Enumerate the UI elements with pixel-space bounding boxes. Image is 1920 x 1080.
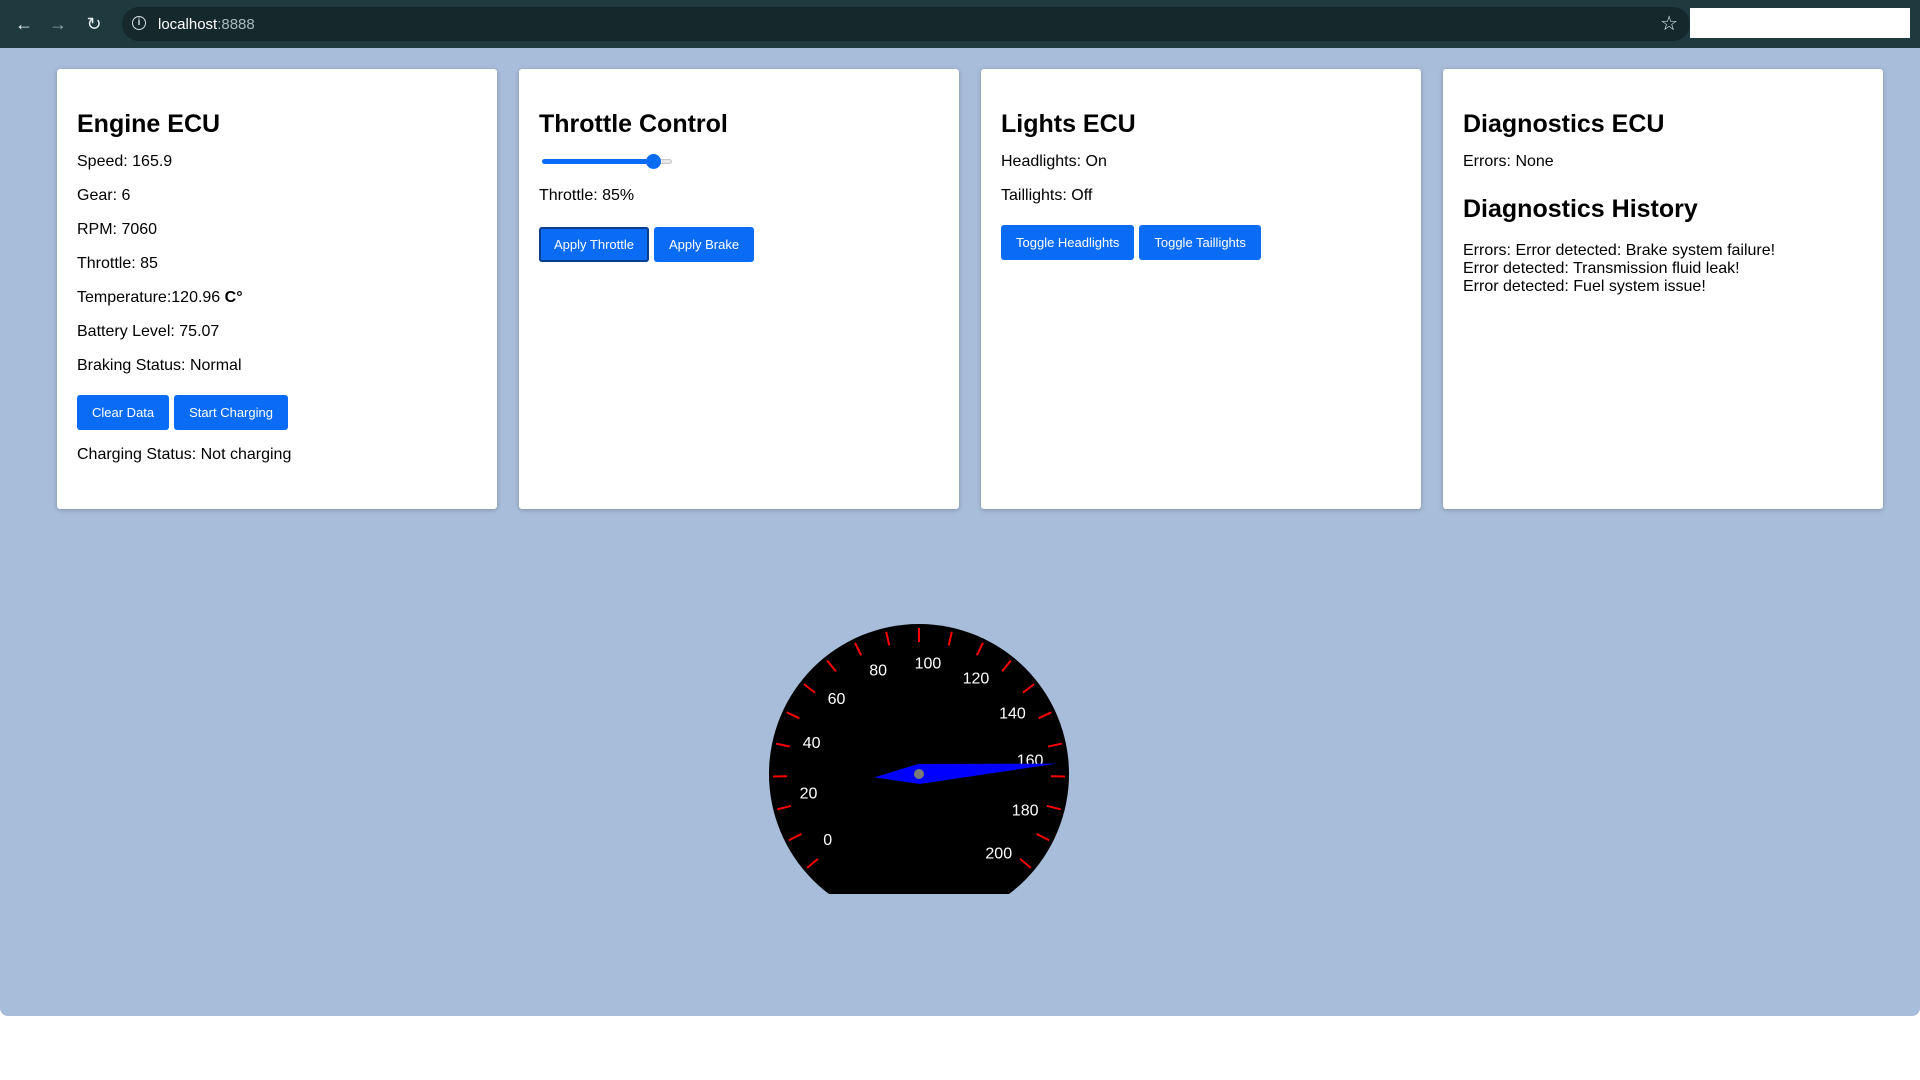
taillights-status: Taillights: Off	[1001, 187, 1093, 204]
braking-status: Braking Status: Normal	[77, 357, 242, 374]
gauge-label: 120	[963, 671, 990, 688]
throttle-control-title: Throttle Control	[539, 110, 728, 138]
throttle-slider[interactable]	[542, 153, 672, 169]
site-info-icon[interactable]: i	[132, 16, 146, 30]
speedometer-gauge: 020406080 100120140160180200	[769, 624, 1069, 894]
diagnostics-errors: Errors: None	[1463, 153, 1554, 170]
back-icon[interactable]: ←	[12, 12, 36, 36]
throttle-value: Throttle: 85	[77, 255, 158, 272]
engine-ecu-title: Engine ECU	[77, 110, 221, 138]
apply-throttle-button[interactable]: Apply Throttle	[539, 227, 649, 262]
headlights-status: Headlights: On	[1001, 153, 1107, 170]
reload-icon[interactable]: ↻	[82, 12, 106, 36]
gauge-label: 140	[999, 705, 1026, 722]
gauge-label: 180	[1012, 803, 1039, 820]
page-content: Engine ECU Speed: 165.9 Gear: 6 RPM: 706…	[0, 48, 1920, 1016]
forward-icon[interactable]: →	[46, 12, 70, 36]
below-window-area	[0, 1016, 1920, 1080]
speed-value: Speed: 165.9	[77, 153, 173, 170]
throttle-control-card: Throttle Control Throttle: 85% Apply Thr…	[519, 69, 959, 509]
browser-toolbar: ← → ↻ i localhost:8888 ☆	[0, 0, 1920, 48]
lights-button-row: Toggle Headlights Toggle Taillights	[1001, 225, 1401, 260]
address-bar[interactable]: i localhost:8888 ☆	[122, 7, 1690, 41]
history-entry: Errors: Error detected: Brake system fai…	[1463, 242, 1776, 259]
lights-ecu-title: Lights ECU	[1001, 110, 1136, 138]
gauge-label: 80	[869, 663, 887, 680]
url-host: localhost	[158, 16, 218, 33]
gauge-label: 20	[800, 785, 818, 802]
toggle-headlights-button[interactable]: Toggle Headlights	[1001, 225, 1135, 260]
lights-ecu-card: Lights ECU Headlights: On Taillights: Of…	[981, 69, 1421, 509]
gauge-label: 0	[823, 832, 832, 849]
temperature-text: Temperature:120.96	[77, 289, 221, 306]
clear-data-button[interactable]: Clear Data	[77, 395, 170, 430]
throttle-button-row: Apply Throttle Apply Brake	[539, 227, 939, 262]
history-entry: Error detected: Transmission fluid leak!	[1463, 260, 1740, 277]
rpm-value: RPM: 7060	[77, 221, 158, 238]
diagnostics-ecu-title: Diagnostics ECU	[1463, 110, 1665, 138]
charging-status: Charging Status: Not charging	[77, 446, 292, 463]
start-charging-button[interactable]: Start Charging	[174, 395, 288, 430]
gauge-label: 100	[915, 655, 942, 672]
url-text: localhost:8888	[158, 16, 255, 33]
url-port: :8888	[217, 16, 255, 33]
gauge-label: 60	[828, 691, 846, 708]
slider-fill	[542, 159, 653, 164]
temperature-value: Temperature:120.96 C°	[77, 289, 477, 307]
engine-button-row: Clear Data Start Charging	[77, 395, 477, 430]
engine-ecu-card: Engine ECU Speed: 165.9 Gear: 6 RPM: 706…	[57, 69, 497, 509]
gauge-label: 40	[803, 735, 821, 752]
browser-window: ← → ↻ i localhost:8888 ☆ Engine ECU Spee…	[0, 0, 1920, 1016]
toggle-taillights-button[interactable]: Toggle Taillights	[1139, 225, 1261, 260]
toolbar-profile-area[interactable]	[1690, 8, 1910, 38]
battery-level: Battery Level: 75.07	[77, 323, 220, 340]
diagnostics-history-list: Errors: Error detected: Brake system fai…	[1463, 242, 1863, 296]
throttle-percent: Throttle: 85%	[539, 187, 635, 204]
gear-value: Gear: 6	[77, 187, 131, 204]
diagnostics-history-title: Diagnostics History	[1463, 195, 1698, 223]
slider-thumb[interactable]	[645, 154, 661, 169]
gauge-label: 200	[985, 846, 1012, 863]
diagnostics-ecu-card: Diagnostics ECU Errors: None Diagnostics…	[1443, 69, 1883, 509]
history-entry: Error detected: Fuel system issue!	[1463, 278, 1706, 295]
temperature-unit: C°	[224, 289, 243, 306]
bookmark-star-icon[interactable]: ☆	[1660, 12, 1678, 36]
apply-brake-button[interactable]: Apply Brake	[653, 227, 755, 262]
gauge-hub	[914, 769, 924, 779]
